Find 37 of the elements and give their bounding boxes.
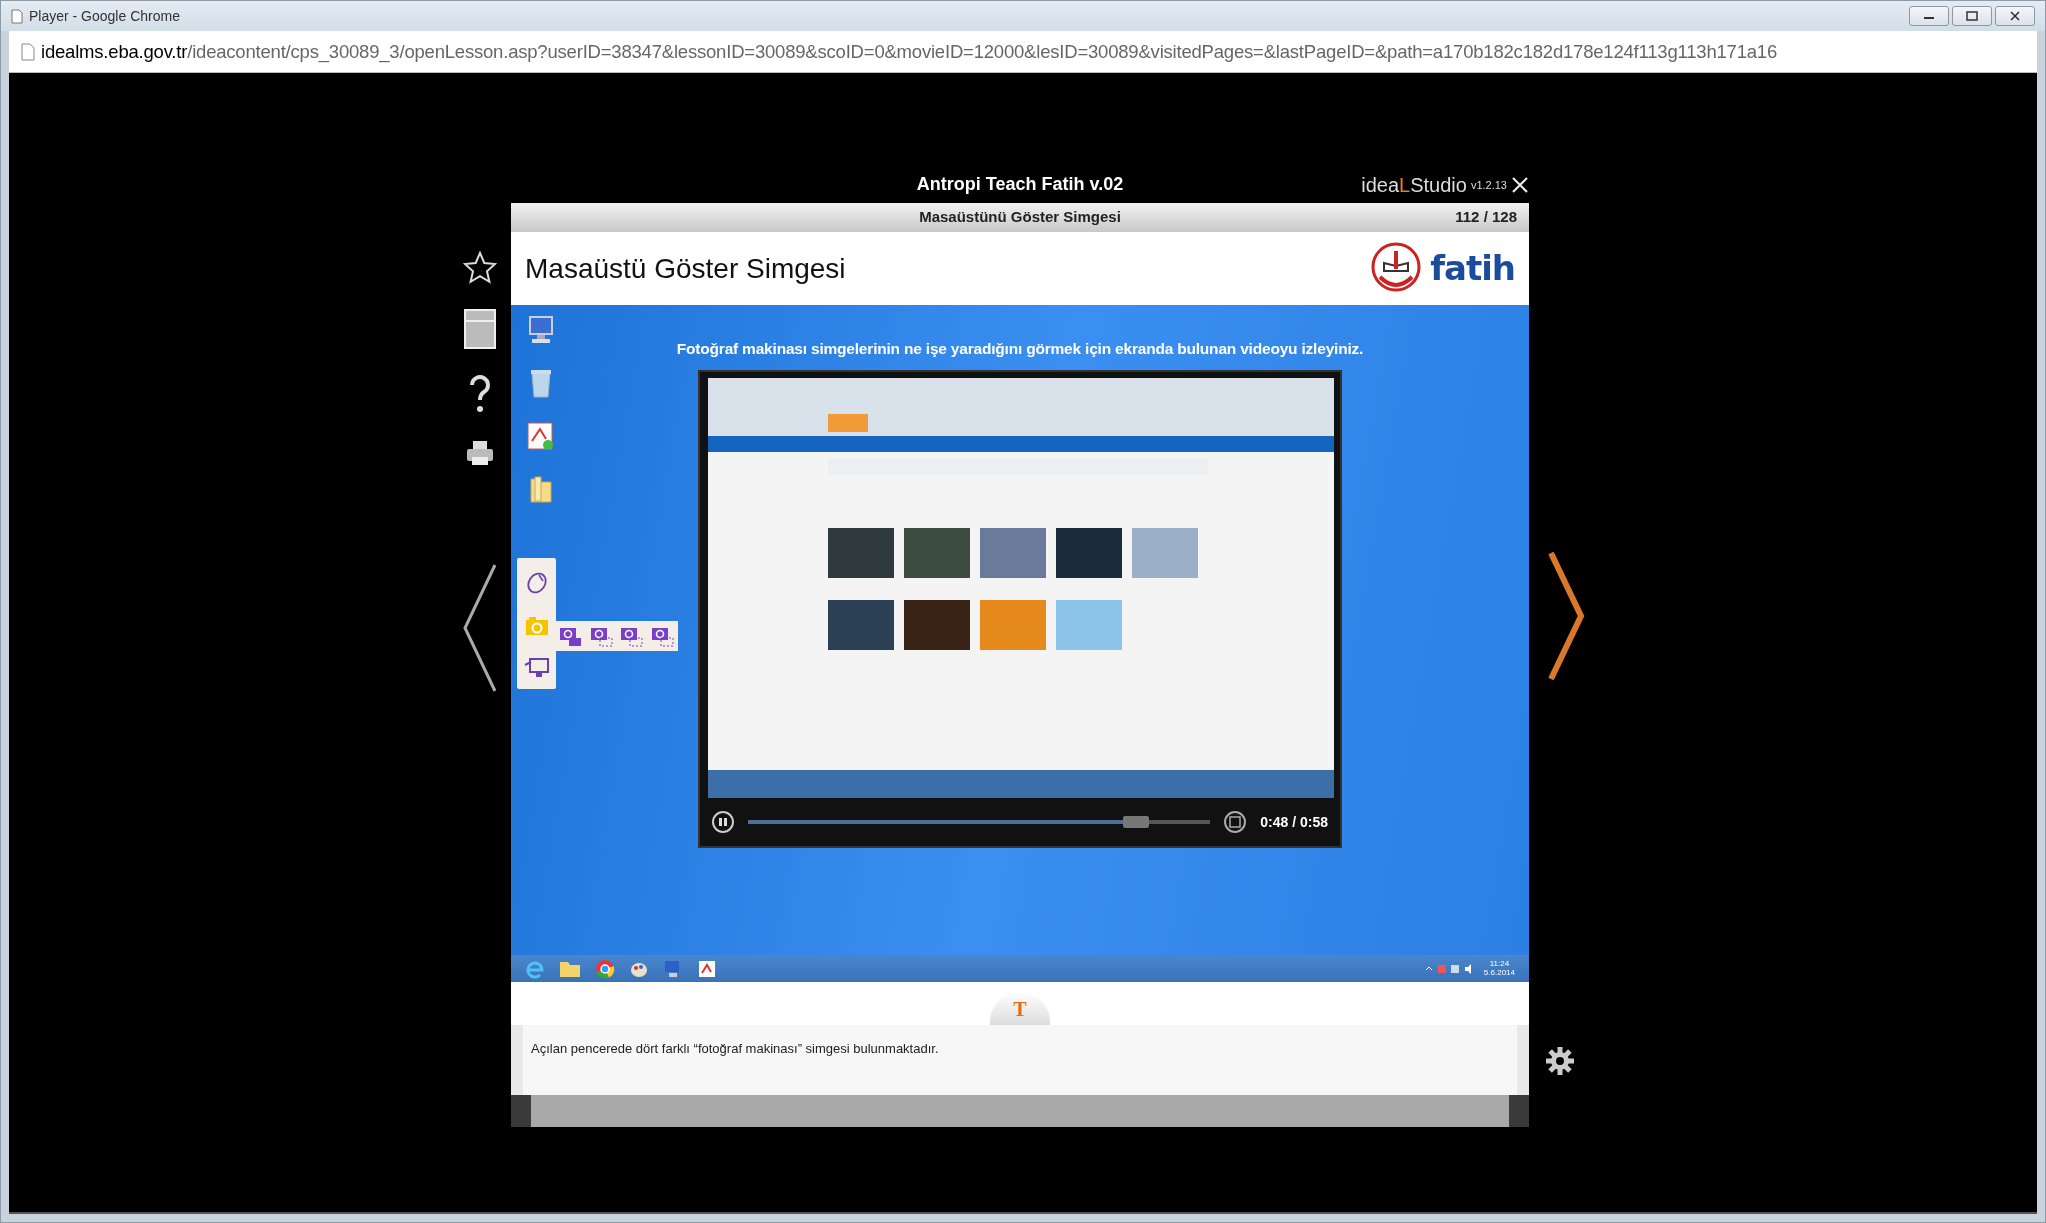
video-time: 0:48 / 0:58	[1260, 812, 1328, 832]
page-icon	[11, 8, 23, 24]
app-shortcut-icon	[526, 421, 556, 453]
settings-icon[interactable]	[1545, 1046, 1575, 1076]
monitor-icon[interactable]	[523, 656, 550, 679]
close-button[interactable]	[1995, 6, 2035, 26]
app-title: Antropi Teach Fatih v.02	[916, 173, 1124, 196]
print-icon[interactable]	[466, 439, 494, 467]
brand-logo-text: ideaLStudio	[1361, 172, 1467, 198]
folder-icon	[529, 475, 553, 505]
star-icon[interactable]	[463, 251, 497, 285]
recycle-bin-icon	[529, 367, 553, 399]
window-title: Player - Google Chrome	[29, 6, 180, 26]
minimize-button[interactable]	[1909, 6, 1949, 26]
page-icon	[21, 42, 35, 61]
fullscreen-icon[interactable]	[1224, 811, 1247, 834]
section-title: Masaüstünü Göster Simgesi	[919, 207, 1121, 228]
restore-icon	[1966, 11, 1978, 21]
computer-icon	[527, 315, 555, 345]
progress-handle[interactable]	[1123, 816, 1150, 829]
app-shortcut-icon[interactable]	[697, 958, 717, 979]
close-icon	[2009, 11, 2021, 21]
version-label: v1.2.13	[1470, 178, 1507, 193]
page-counter: 112 / 128	[1455, 207, 1517, 228]
help-icon[interactable]	[468, 373, 492, 415]
restore-button[interactable]	[1952, 6, 1992, 26]
taskbar-clock[interactable]: 11:24 5.6.2014	[1483, 959, 1515, 978]
folder-icon[interactable]	[559, 959, 581, 978]
chrome-icon[interactable]	[595, 958, 615, 979]
logo-text: fatih	[1430, 247, 1515, 290]
slide-title: Masaüstü Göster Simgesi	[525, 251, 846, 286]
caption-text: Açılan pencerede dört farklı “fotoğraf makinası” simgesi bulunmaktadır.	[523, 1025, 1517, 1095]
pause-button[interactable]	[712, 811, 734, 834]
instruction-text: Fotoğraf makinası simgelerinin ne işe yaradığını görmek için ekranda bulunan videoyu izleyiniz.	[676, 339, 1364, 359]
text-tab[interactable]: T	[990, 992, 1050, 1025]
pause-icon	[718, 817, 728, 828]
close-icon[interactable]	[1511, 175, 1529, 194]
